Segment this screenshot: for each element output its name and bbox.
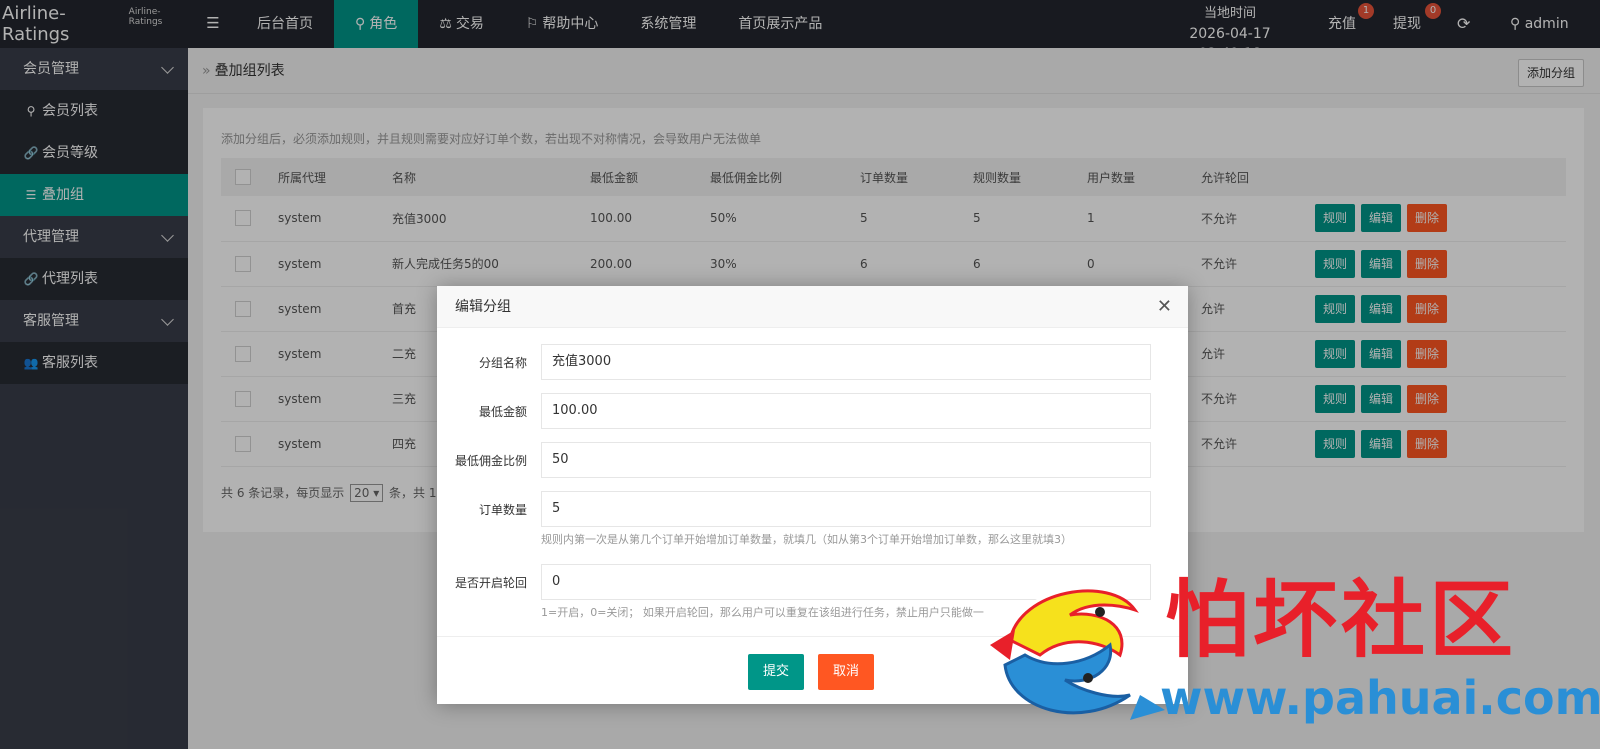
dialog-header: 编辑分组 ✕ xyxy=(437,286,1188,328)
close-icon[interactable]: ✕ xyxy=(1157,286,1172,328)
cancel-button[interactable]: 取消 xyxy=(818,654,875,690)
watermark-text: 怕坏社区 xyxy=(1165,570,1518,669)
group-name-input[interactable]: 充值3000 xyxy=(541,344,1151,380)
min-amount-input[interactable]: 100.00 xyxy=(541,393,1151,429)
loop-help: 1=开启，0=关闭； 如果开启轮回，那么用户可以重复在该组进行任务，禁止用户只能… xyxy=(541,606,984,619)
min-commission-input[interactable]: 50 xyxy=(541,442,1151,478)
submit-button[interactable]: 提交 xyxy=(748,654,805,690)
fish-logo-icon xyxy=(990,589,1165,720)
watermark-url: www.pahuai.com xyxy=(1160,671,1600,725)
dialog-title: 编辑分组 xyxy=(455,299,511,315)
watermark: 怕坏社区 www.pahuai.com xyxy=(970,570,1600,735)
order-count-help: 规则内第一次是从第几个订单开始增加订单数量，就填几（如从第3个订单开始增加订单数… xyxy=(541,533,1072,546)
order-count-input[interactable]: 5 xyxy=(541,491,1151,527)
